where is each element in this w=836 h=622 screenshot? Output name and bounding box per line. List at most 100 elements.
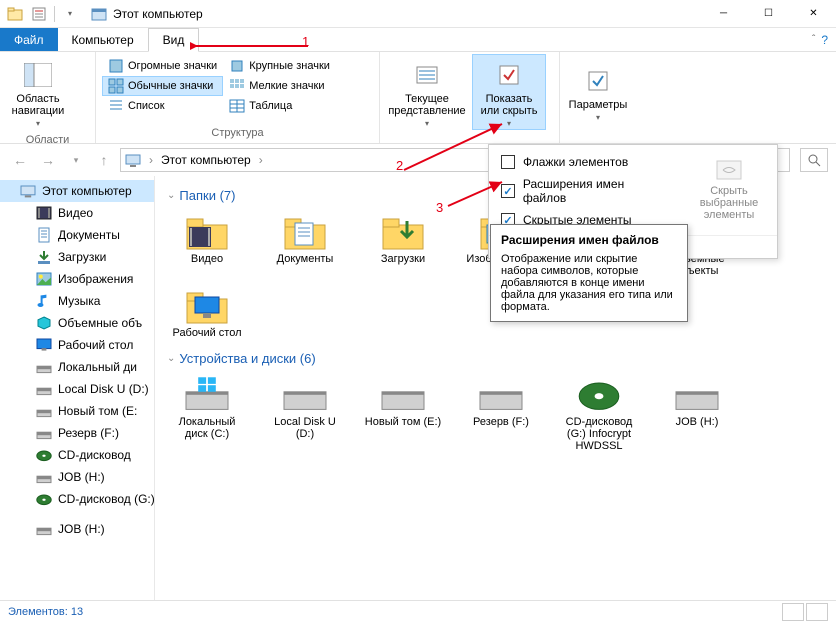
options-button[interactable]: Параметры ▾ (562, 54, 634, 130)
folder-item[interactable]: Видео (167, 211, 247, 277)
item-label: Резерв (F:) (473, 416, 529, 428)
layout-small[interactable]: Мелкие значки (223, 76, 336, 96)
minimize-button[interactable]: ─ (701, 0, 746, 28)
title-bar: ▾ Этот компьютер ─ ☐ ✕ (0, 0, 836, 28)
drive-icon (477, 374, 525, 414)
annotation-3: 3 (436, 200, 443, 215)
item-label: CD-дисковод (G:) Infocrypt HWDSSL (559, 416, 639, 452)
status-text: Элементов: 13 (8, 606, 83, 618)
sidebar-item[interactable]: Загрузки (0, 246, 154, 268)
sidebar-item-label: Этот компьютер (42, 184, 132, 198)
drive-icon (36, 469, 52, 485)
drive-item[interactable]: CD-дисковод (G:) Infocrypt HWDSSL (559, 374, 639, 452)
sidebar-item[interactable]: Изображения (0, 268, 154, 290)
sidebar-item-label: CD-дисковод (G:) (58, 492, 155, 506)
tab-computer[interactable]: Компьютер (58, 28, 148, 51)
tab-view[interactable]: Вид (148, 28, 200, 52)
nav-pane-button[interactable]: Область навигации ▾ (2, 54, 74, 130)
checkbox-icon[interactable] (501, 155, 515, 169)
current-view-label: Текущее представление (384, 93, 470, 117)
layout-extra-large[interactable]: Огромные значки (102, 56, 223, 76)
sidebar-item-label: Local Disk U (D:) (58, 382, 149, 396)
sidebar-item-label: Документы (58, 228, 120, 242)
folder-item[interactable]: Документы (265, 211, 345, 277)
sidebar-item[interactable]: Объемные объ (0, 312, 154, 334)
sidebar-item[interactable]: Резерв (F:) (0, 422, 154, 444)
folder-item[interactable]: Загрузки (363, 211, 443, 277)
back-button[interactable]: ← (8, 148, 32, 172)
ribbon-tabs: Файл Компьютер Вид ˆ ? (0, 28, 836, 52)
sidebar-item[interactable]: JOB (H:) (0, 518, 154, 540)
drive-item[interactable]: Новый том (E:) (363, 374, 443, 452)
show-hide-button[interactable]: Показать или скрыть▾ (472, 54, 546, 130)
drive-icon (379, 374, 427, 414)
chevron-icon[interactable]: › (259, 153, 263, 167)
forward-button[interactable]: → (36, 148, 60, 172)
sidebar-item[interactable]: JOB (H:) (0, 466, 154, 488)
tab-file[interactable]: Файл (0, 28, 58, 51)
sidebar-item[interactable]: Рабочий стол (0, 334, 154, 356)
help-icon[interactable]: ? (821, 33, 828, 47)
folder-item[interactable]: Рабочий стол (167, 285, 247, 339)
drive-icon (36, 381, 52, 397)
recent-dropdown[interactable]: ▾ (64, 148, 88, 172)
downloads-icon (36, 249, 52, 265)
sidebar-item[interactable]: CD-дисковод (0, 444, 154, 466)
tooltip: Расширения имен файлов Отображение или с… (490, 224, 688, 322)
checkbox-icon[interactable]: ✓ (501, 184, 515, 198)
sidebar-item[interactable]: CD-дисковод (G:) (0, 488, 154, 510)
sidebar-item-label: Изображения (58, 272, 133, 286)
drive-icon (281, 374, 329, 414)
desktop-icon (183, 285, 231, 325)
chevron-icon[interactable]: › (149, 153, 153, 167)
current-view-button[interactable]: Текущее представление▾ (382, 54, 472, 130)
search-button[interactable] (800, 148, 828, 172)
drive-icon (36, 521, 52, 537)
close-button[interactable]: ✕ (791, 0, 836, 28)
qat-dropdown-icon[interactable]: ▾ (59, 3, 81, 25)
cd-green-icon (36, 447, 52, 463)
navigation-tree[interactable]: Этот компьютер Видео Документы Загрузки Изоб… (0, 176, 155, 600)
status-bar: Элементов: 13 (0, 600, 836, 622)
drive-win-icon (183, 374, 231, 414)
item-label: Видео (191, 253, 223, 265)
item-label: Локальный диск (C:) (167, 416, 247, 440)
item-label: Новый том (E:) (365, 416, 441, 428)
qat-folder-icon[interactable] (4, 3, 26, 25)
ribbon-collapse-icon[interactable]: ˆ (812, 34, 815, 45)
layout-medium[interactable]: Обычные значки (102, 76, 223, 96)
sidebar-item[interactable]: Документы (0, 224, 154, 246)
view-large-button[interactable] (806, 603, 828, 621)
maximize-button[interactable]: ☐ (746, 0, 791, 28)
sidebar-item-label: JOB (H:) (58, 470, 105, 484)
sidebar-item[interactable]: Музыка (0, 290, 154, 312)
sidebar-item-label: Локальный ди (58, 360, 137, 374)
breadcrumb-root[interactable]: Этот компьютер (161, 153, 251, 167)
qat-properties-icon[interactable] (28, 3, 50, 25)
drive-icon (36, 359, 52, 375)
sidebar-item[interactable]: Этот компьютер (0, 180, 154, 202)
drive-item[interactable]: JOB (H:) (657, 374, 737, 452)
sidebar-item[interactable]: Новый том (E: (0, 400, 154, 422)
dd-hide-selected[interactable]: Скрыть выбранные элементы (681, 151, 777, 225)
sidebar-item[interactable]: Видео (0, 202, 154, 224)
item-label: Local Disk U (D:) (265, 416, 345, 440)
drives-group-header[interactable]: ⌄Устройства и диски (6) (167, 351, 824, 366)
drive-item[interactable]: Локальный диск (C:) (167, 374, 247, 452)
sidebar-item[interactable]: Local Disk U (D:) (0, 378, 154, 400)
docs-icon (281, 211, 329, 251)
layout-table[interactable]: Таблица (223, 96, 336, 116)
view-details-button[interactable] (782, 603, 804, 621)
drive-item[interactable]: Local Disk U (D:) (265, 374, 345, 452)
desktop-icon (36, 337, 52, 353)
up-button[interactable]: ↑ (92, 148, 116, 172)
item-label: Загрузки (381, 253, 425, 265)
layout-list[interactable]: Список (102, 96, 223, 116)
dd-item-flags[interactable]: Флажки элементов (489, 151, 681, 173)
layout-large[interactable]: Крупные значки (223, 56, 336, 76)
drive-item[interactable]: Резерв (F:) (461, 374, 541, 452)
dd-item-extensions[interactable]: ✓Расширения имен файлов (489, 173, 681, 209)
window-icon (91, 6, 107, 22)
sidebar-item[interactable]: Локальный ди (0, 356, 154, 378)
cd-green-icon (575, 374, 623, 414)
